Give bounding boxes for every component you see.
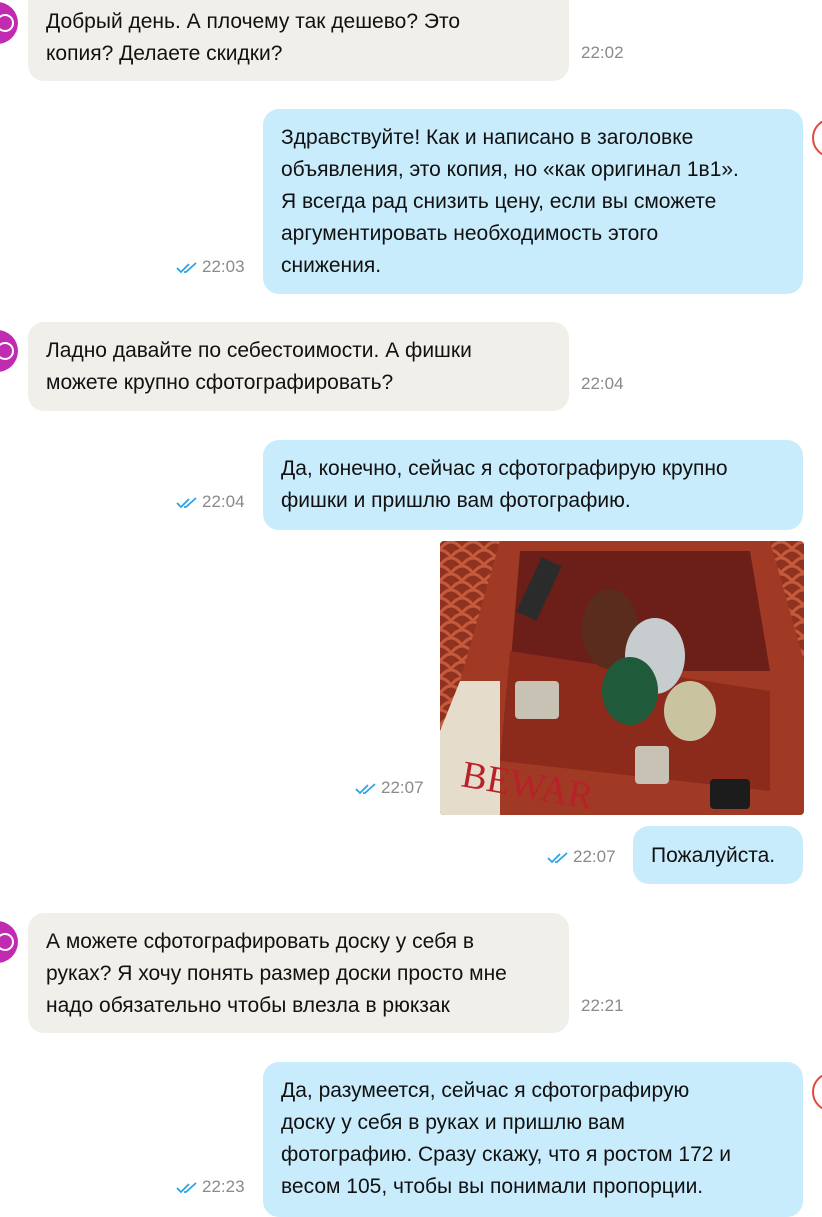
photo-image: BEWAR: [440, 541, 804, 815]
outgoing-message: Да, конечно, сейчас я сфотографирую круп…: [263, 440, 803, 530]
message-text: Да, разумеется, сейчас я сфотографирую д…: [281, 1079, 732, 1198]
message-text: Ладно давайте по себестоимости. А фишки …: [46, 339, 472, 394]
double-check-icon: [176, 1181, 197, 1193]
message-time: 22:04: [581, 374, 624, 393]
sender-avatar[interactable]: [0, 921, 18, 963]
message-text: Пожалуйста.: [651, 844, 776, 867]
double-check-icon: [176, 261, 197, 273]
message-time: 22:02: [581, 43, 624, 62]
outgoing-message: Да, разумеется, сейчас я сфотографирую д…: [263, 1062, 803, 1217]
message-status: 22:04: [176, 492, 245, 512]
double-check-icon: [355, 782, 376, 794]
photo-attachment[interactable]: BEWAR: [440, 541, 804, 815]
message-time: 22:21: [581, 996, 624, 1015]
message-text: Здравствуйте! Как и написано в заголовке…: [281, 126, 739, 277]
message-time: 22:07: [381, 778, 424, 797]
outgoing-message: Здравствуйте! Как и написано в заголовке…: [263, 109, 803, 294]
message-status: 22:07: [547, 847, 616, 867]
incoming-message: Ладно давайте по себестоимости. А фишки …: [28, 322, 569, 411]
message-status: 22:23: [176, 1177, 245, 1197]
double-check-icon: [176, 496, 197, 508]
message-text: Добрый день. А плочему так дешево? Это к…: [46, 10, 461, 65]
sender-avatar[interactable]: [0, 2, 18, 44]
my-avatar[interactable]: [812, 118, 822, 158]
message-time: 22:03: [202, 257, 245, 276]
message-text: А можете сфотографировать доску у себя в…: [46, 930, 507, 1017]
message-time: 22:23: [202, 1177, 245, 1196]
double-check-icon: [547, 851, 568, 863]
my-avatar[interactable]: [812, 1072, 822, 1112]
message-time: 22:04: [202, 492, 245, 511]
incoming-message: А можете сфотографировать доску у себя в…: [28, 913, 569, 1033]
message-status: 22:03: [176, 257, 245, 277]
outgoing-message: Пожалуйста.: [633, 826, 803, 884]
message-time: 22:07: [573, 847, 616, 866]
sender-avatar[interactable]: [0, 330, 18, 372]
message-status: 22:07: [355, 778, 424, 798]
incoming-message: Добрый день. А плочему так дешево? Это к…: [28, 0, 569, 81]
message-text: Да, конечно, сейчас я сфотографирую круп…: [281, 457, 728, 512]
